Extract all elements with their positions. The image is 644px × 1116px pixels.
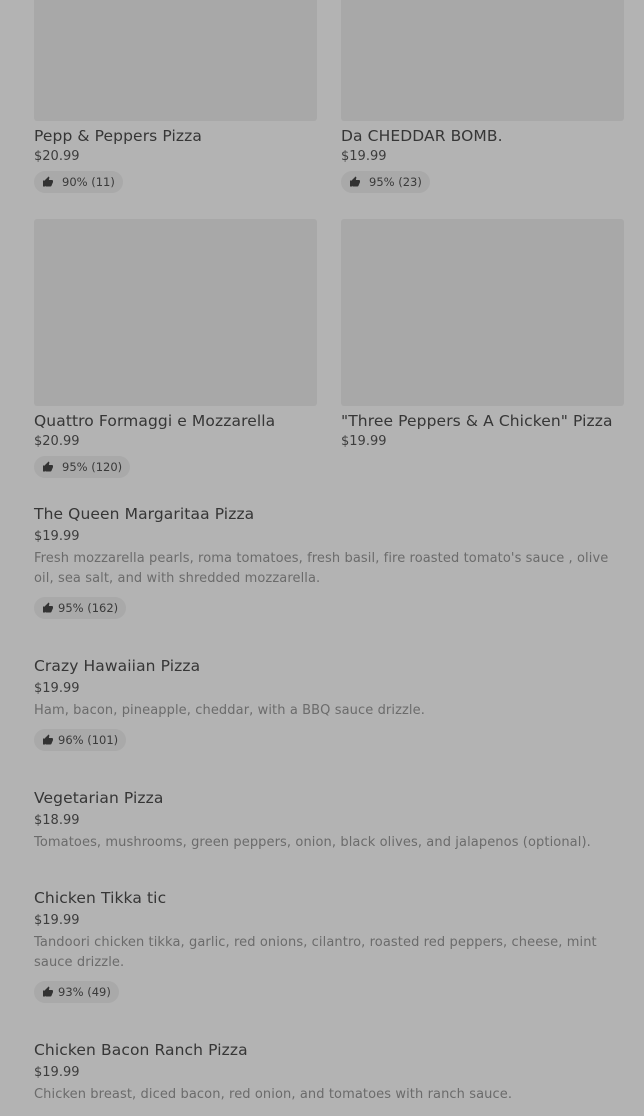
item-image <box>341 219 624 406</box>
item-name: Chicken Tikka tic <box>34 889 167 907</box>
rating-badge: 93% (49) <box>34 981 119 1003</box>
item-image <box>34 0 317 121</box>
item-price: $18.99 <box>34 813 80 828</box>
menu-list-item[interactable]: Chicken Tikka tic $19.99 Tandoori chicke… <box>34 888 624 1003</box>
rating-badge: 95% (162) <box>34 597 127 619</box>
rating-badge: 95% (23) <box>341 171 430 193</box>
thumbs-up-icon <box>350 176 360 187</box>
item-name: Crazy Hawaiian Pizza <box>34 657 201 675</box>
menu-list-item[interactable]: Crazy Hawaiian Pizza $19.99 Ham, bacon, … <box>34 656 624 751</box>
rating-text: 95% (23) <box>369 175 422 189</box>
rating-text: 96% (101) <box>58 733 119 747</box>
item-price: $19.99 <box>34 1065 80 1080</box>
item-image <box>34 219 317 406</box>
item-image <box>341 0 624 121</box>
item-price: $19.99 <box>341 149 387 164</box>
item-price: $20.99 <box>34 434 80 449</box>
item-description: Fresh mozzarella pearls, roma tomatoes, … <box>34 551 609 586</box>
rating-badge: 96% (101) <box>34 729 127 751</box>
thumbs-up-icon <box>43 176 53 187</box>
menu-list-item[interactable]: Chicken Bacon Ranch Pizza $19.99 Chicken… <box>34 1040 624 1105</box>
item-name: Da CHEDDAR BOMB. <box>341 127 503 145</box>
rating-text: 95% (162) <box>58 601 119 615</box>
item-price: $19.99 <box>34 913 80 928</box>
item-price: $19.99 <box>34 681 80 696</box>
item-name: The Queen Margaritaa Pizza <box>34 505 255 523</box>
item-price: $20.99 <box>34 149 80 164</box>
menu-list-item[interactable]: Vegetarian Pizza $18.99 Tomatoes, mushro… <box>34 788 624 853</box>
item-description: Chicken breast, diced bacon, red onion, … <box>34 1087 513 1102</box>
item-name: Chicken Bacon Ranch Pizza <box>34 1041 248 1059</box>
item-name: Vegetarian Pizza <box>34 789 164 807</box>
menu-item-card[interactable]: "Three Peppers & A Chicken" Pizza $19.99 <box>341 219 624 450</box>
thumbs-up-icon <box>43 734 53 745</box>
menu-list-item[interactable]: The Queen Margaritaa Pizza $19.99 Fresh … <box>34 504 624 619</box>
item-price: $19.99 <box>341 434 387 449</box>
menu-item-card[interactable]: Pepp & Peppers Pizza $20.99 90% (11) <box>34 0 317 193</box>
item-price: $19.99 <box>34 529 80 544</box>
thumbs-up-icon <box>43 602 53 613</box>
item-description: Tomatoes, mushrooms, green peppers, onio… <box>34 835 591 850</box>
item-name: Pepp & Peppers Pizza <box>34 127 202 145</box>
item-description: Tandoori chicken tikka, garlic, red onio… <box>34 935 597 970</box>
item-name: Quattro Formaggi e Mozzarella <box>34 412 276 430</box>
thumbs-up-icon <box>43 986 53 997</box>
rating-badge: 95% (120) <box>34 456 131 478</box>
menu-item-card[interactable]: Quattro Formaggi e Mozzarella $20.99 95%… <box>34 219 317 478</box>
thumbs-up-icon <box>43 461 53 472</box>
rating-text: 95% (120) <box>62 460 123 474</box>
rating-text: 90% (11) <box>62 175 115 189</box>
menu-item-card[interactable]: Da CHEDDAR BOMB. $19.99 95% (23) <box>341 0 624 193</box>
rating-text: 93% (49) <box>58 985 111 999</box>
item-name: "Three Peppers & A Chicken" Pizza <box>341 412 613 430</box>
item-description: Ham, bacon, pineapple, cheddar, with a B… <box>34 703 425 718</box>
rating-badge: 90% (11) <box>34 171 123 193</box>
